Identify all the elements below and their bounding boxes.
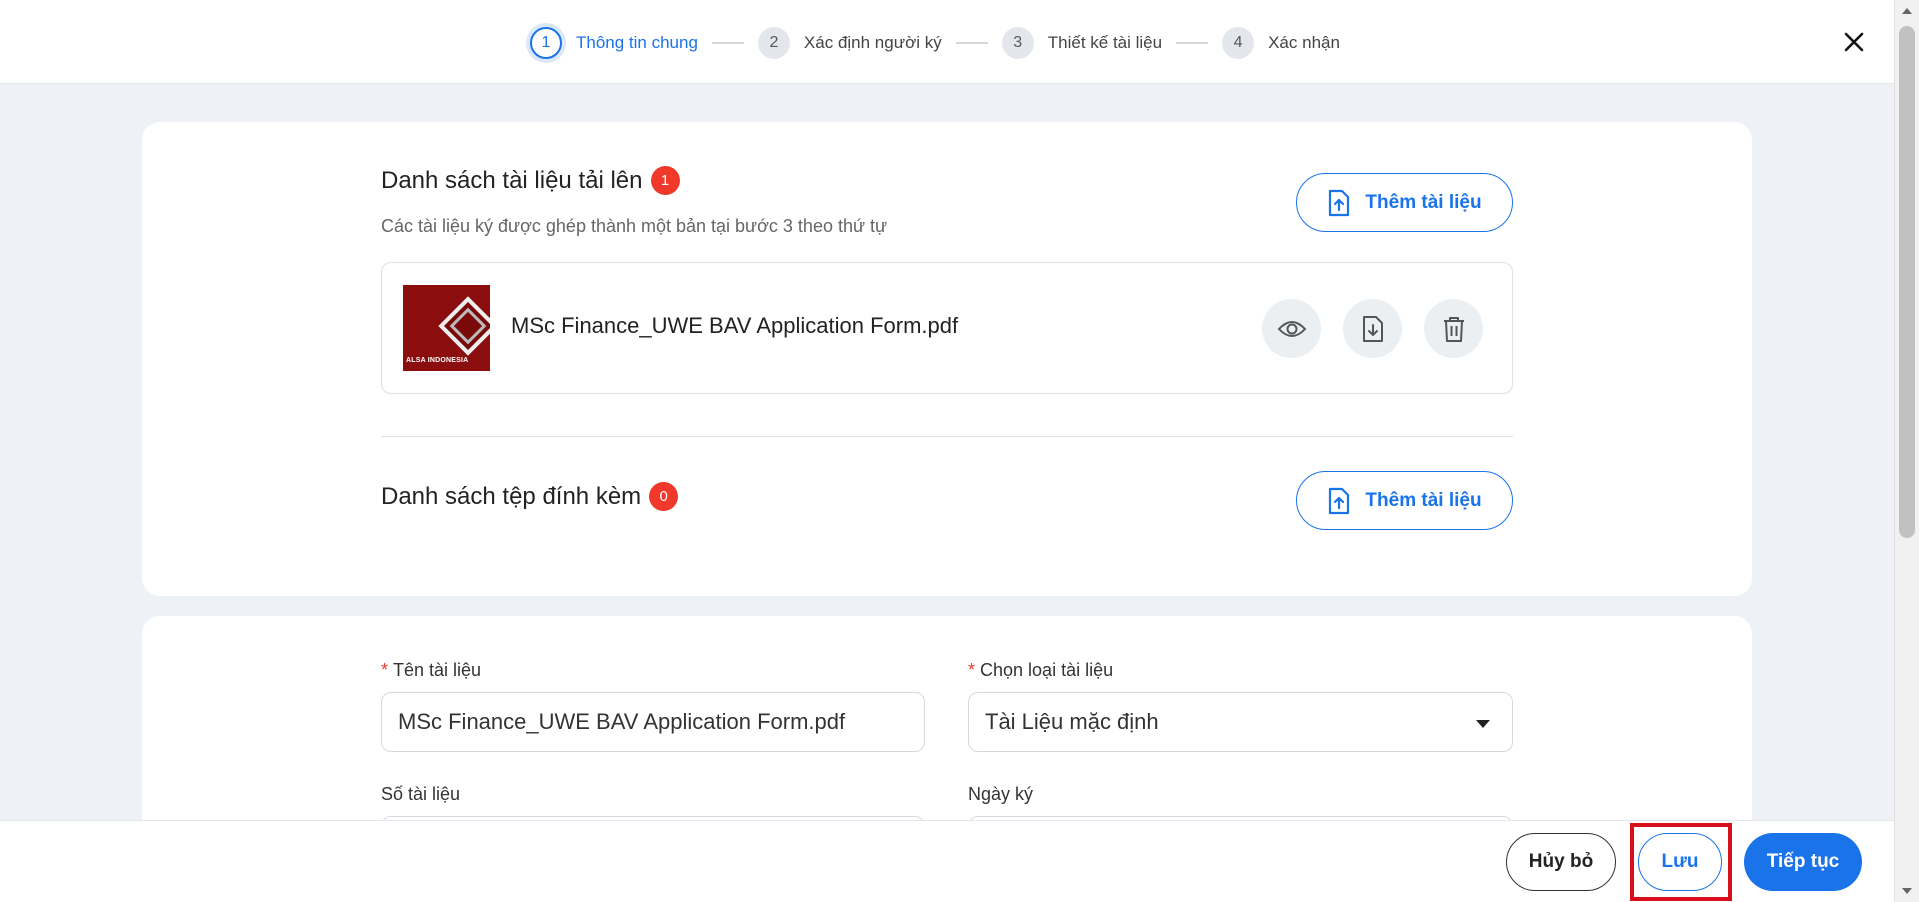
documents-title: Danh sách tài liệu tải lên (381, 166, 643, 194)
close-icon (1844, 32, 1864, 52)
step-number: 4 (1222, 27, 1255, 59)
documents-section-title: Danh sách tài liệu tải lên 1 (381, 166, 680, 195)
required-mark: * (968, 660, 976, 680)
scroll-thumb[interactable] (1899, 26, 1915, 538)
stepper: 1 Thông tin chung 2 Xác định người ký 3 … (530, 25, 1340, 61)
scroll-down-icon[interactable] (1902, 888, 1912, 894)
label-text: Tên tài liệu (393, 660, 482, 680)
cancel-button[interactable]: Hủy bỏ (1506, 833, 1616, 891)
upload-file-icon (1329, 487, 1350, 514)
step-general-info[interactable]: 1 Thông tin chung (530, 27, 698, 59)
add-attachment-button[interactable]: Thêm tài liệu (1296, 471, 1513, 530)
file-item: ALSA INDONESIA MSc Finance_UWE BAV Appli… (381, 262, 1513, 394)
download-file-button[interactable] (1343, 299, 1402, 358)
save-highlight-box (1630, 823, 1732, 901)
document-name-label: * Tên tài liệu (381, 660, 481, 681)
step-label: Xác định người ký (803, 33, 942, 52)
attachments-count-badge: 0 (649, 482, 679, 511)
document-type-select[interactable]: Tài Liệu mặc định (968, 692, 1513, 752)
continue-button[interactable]: Tiếp tục (1744, 833, 1862, 891)
step-label: Thiết kế tài liệu (1047, 33, 1163, 52)
attachments-title: Danh sách tệp đính kèm (381, 482, 642, 510)
sign-date-label: Ngày ký (968, 784, 1034, 804)
documents-count-badge: 1 (650, 166, 680, 195)
delete-file-button[interactable] (1424, 299, 1483, 358)
add-document-label: Thêm tài liệu (1365, 191, 1482, 213)
documents-subtitle: Các tài liệu ký được ghép thành một bản … (381, 216, 888, 236)
upload-file-icon (1329, 189, 1350, 216)
step-number: 1 (530, 27, 562, 59)
add-document-button[interactable]: Thêm tài liệu (1296, 173, 1513, 232)
file-name: MSc Finance_UWE BAV Application Form.pdf (511, 313, 959, 338)
document-name-input[interactable]: MSc Finance_UWE BAV Application Form.pdf (381, 692, 925, 752)
file-thumbnail: ALSA INDONESIA (403, 285, 490, 371)
attachments-section-title: Danh sách tệp đính kèm 0 (381, 482, 679, 511)
close-button[interactable] (1838, 26, 1870, 58)
required-mark: * (381, 660, 389, 680)
footer-actions: Hủy bỏ Lưu Tiếp tục (0, 820, 1894, 902)
step-define-signers[interactable]: 2 Xác định người ký (757, 27, 942, 59)
step-connector (711, 42, 744, 44)
step-number: 2 (757, 27, 790, 59)
caret-down-icon (1476, 720, 1490, 728)
documents-card: Danh sách tài liệu tải lên 1 Các tài liệ… (142, 122, 1752, 596)
add-attachment-label: Thêm tài liệu (1365, 489, 1482, 511)
stepper-header: 1 Thông tin chung 2 Xác định người ký 3 … (0, 0, 1894, 84)
document-type-value: Tài Liệu mặc định (985, 709, 1159, 734)
step-label: Xác nhận (1268, 33, 1340, 52)
step-connector (955, 42, 988, 44)
label-text: Chọn loại tài liệu (980, 660, 1114, 680)
section-divider (381, 436, 1513, 437)
scroll-up-icon[interactable] (1902, 8, 1912, 14)
trash-icon (1443, 316, 1464, 342)
download-file-icon (1362, 315, 1383, 342)
eye-icon (1277, 320, 1306, 337)
step-connector (1176, 42, 1209, 44)
scrollbar[interactable] (1894, 0, 1919, 902)
step-design-document[interactable]: 3 Thiết kế tài liệu (1001, 27, 1163, 59)
step-number: 3 (1001, 27, 1034, 59)
step-label: Thông tin chung (576, 33, 698, 52)
thumbnail-text: ALSA INDONESIA (406, 357, 469, 364)
document-type-label: * Chọn loại tài liệu (968, 660, 1113, 681)
document-number-label: Số tài liệu (381, 784, 461, 804)
step-confirm[interactable]: 4 Xác nhận (1222, 27, 1340, 59)
preview-file-button[interactable] (1262, 299, 1321, 358)
